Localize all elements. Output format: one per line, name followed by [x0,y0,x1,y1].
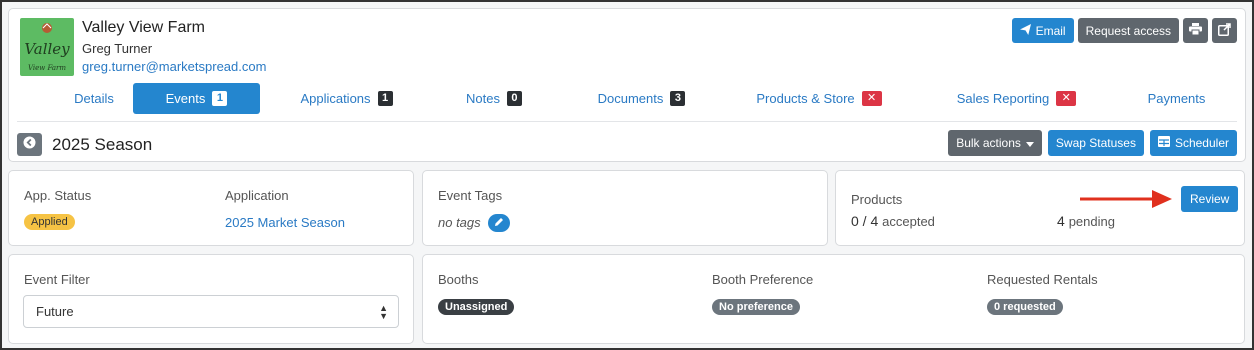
app-status-label: App. Status [24,188,92,203]
application-status-card: App. Status Applied Application 2025 Mar… [8,170,414,246]
print-button[interactable] [1183,18,1208,43]
requested-rentals-label: Requested Rentals [987,272,1098,287]
swap-statuses-label: Swap Statuses [1055,136,1136,150]
header-actions: Email Request access [1011,18,1237,43]
email-button-label: Email [1035,23,1066,38]
edit-tags-button[interactable] [488,214,510,232]
event-tags-value: no tags [438,215,481,230]
booths-card: Booths Unassigned Booth Preference No pr… [422,254,1245,344]
vendor-name: Valley View Farm [82,19,205,36]
request-access-label: Request access [1085,23,1171,38]
application-link[interactable]: 2025 Market Season [225,215,345,230]
products-label: Products [851,192,903,207]
select-caret-icon: ▲ ▼ [379,303,388,321]
tab-products-store-label: Products & Store [756,91,855,106]
products-card: Products 0 / 4 accepted 4 pending Review [835,170,1245,246]
tab-documents-count: 3 [670,91,686,106]
tab-events-label: Events [165,91,206,106]
review-button-label: Review [1190,192,1230,206]
vendor-tabs: Details Events 1 Applications 1 Notes 0 … [9,83,1245,115]
season-actions: Bulk actions Swap Statuses Scheduler [948,130,1237,156]
event-filter-select[interactable]: Future ▲ ▼ [23,295,399,328]
paper-plane-icon [1019,23,1031,38]
svg-text:View Farm: View Farm [28,64,66,72]
products-pending: 4 pending [1057,213,1115,229]
request-access-button[interactable]: Request access [1077,18,1179,43]
season-back-button[interactable] [17,133,42,156]
tab-payments[interactable]: Payments [1139,83,1214,114]
vendor-logo: Valley View Farm [20,18,74,76]
event-filter-card: Event Filter Future ▲ ▼ [8,254,414,344]
tab-payments-label: Payments [1147,91,1206,106]
app-frame: Valley View Farm Valley View Farm Greg T… [0,0,1254,350]
red-arrow-icon [1080,190,1172,208]
booth-preference-badge: No preference [712,299,800,315]
tab-documents-label: Documents [597,91,664,106]
requested-rentals-badge: 0 requested [987,299,1063,315]
tab-events[interactable]: Events 1 [133,83,260,114]
vendor-owner: Greg Turner [82,41,153,56]
tab-applications-label: Applications [300,91,371,106]
tab-notes-label: Notes [466,91,500,106]
swap-statuses-button[interactable]: Swap Statuses [1047,130,1144,156]
pencil-icon [494,214,504,232]
caret-down-icon [1025,136,1034,150]
tab-events-count: 1 [212,91,228,106]
season-title: 2025 Season [52,135,153,154]
tabs-divider [17,121,1237,122]
event-tags-card: Event Tags no tags [422,170,828,246]
bulk-actions-label: Bulk actions [956,136,1021,150]
products-accepted: 0 / 4 accepted [851,213,935,229]
tab-products-store-status: ✕ [861,91,882,106]
booths-badge: Unassigned [438,299,515,315]
tab-applications[interactable]: Applications 1 [289,83,404,114]
products-accepted-count: 0 / 4 [851,213,879,229]
external-link-icon [1218,22,1231,39]
application-label: Application [225,188,289,203]
open-external-button[interactable] [1212,18,1237,43]
scheduler-label: Scheduler [1174,136,1229,150]
email-button[interactable]: Email [1011,18,1074,43]
table-icon [1157,136,1170,150]
scheduler-button[interactable]: Scheduler [1149,130,1237,156]
products-pending-count: 4 [1057,213,1065,229]
print-icon [1189,23,1202,38]
review-products-button[interactable]: Review [1181,186,1239,212]
booth-preference-label: Booth Preference [712,272,814,287]
tab-documents[interactable]: Documents 3 [589,83,694,114]
tab-sales-reporting-label: Sales Reporting [956,91,1050,106]
booths-label: Booths [438,272,479,287]
tab-sales-reporting-status: ✕ [1056,91,1077,106]
svg-text:Valley: Valley [24,40,70,58]
vendor-header-card: Valley View Farm Valley View Farm Greg T… [8,8,1246,162]
chevron-left-icon [23,136,36,154]
event-filter-label: Event Filter [24,272,90,287]
tab-notes-count: 0 [506,91,522,106]
products-accepted-text: accepted [882,214,935,229]
app-status-badge: Applied [24,214,75,230]
event-tags-label: Event Tags [438,188,503,203]
event-filter-value: Future [36,304,74,319]
tab-products-store[interactable]: Products & Store ✕ [749,83,889,114]
tab-applications-count: 1 [377,91,393,106]
tab-sales-reporting[interactable]: Sales Reporting ✕ [949,83,1084,114]
vendor-email-link[interactable]: greg.turner@marketspread.com [82,59,266,74]
tab-details-label: Details [74,91,114,106]
products-pending-text: pending [1068,214,1115,229]
tab-notes[interactable]: Notes 0 [454,83,534,114]
bulk-actions-button[interactable]: Bulk actions [948,130,1042,156]
